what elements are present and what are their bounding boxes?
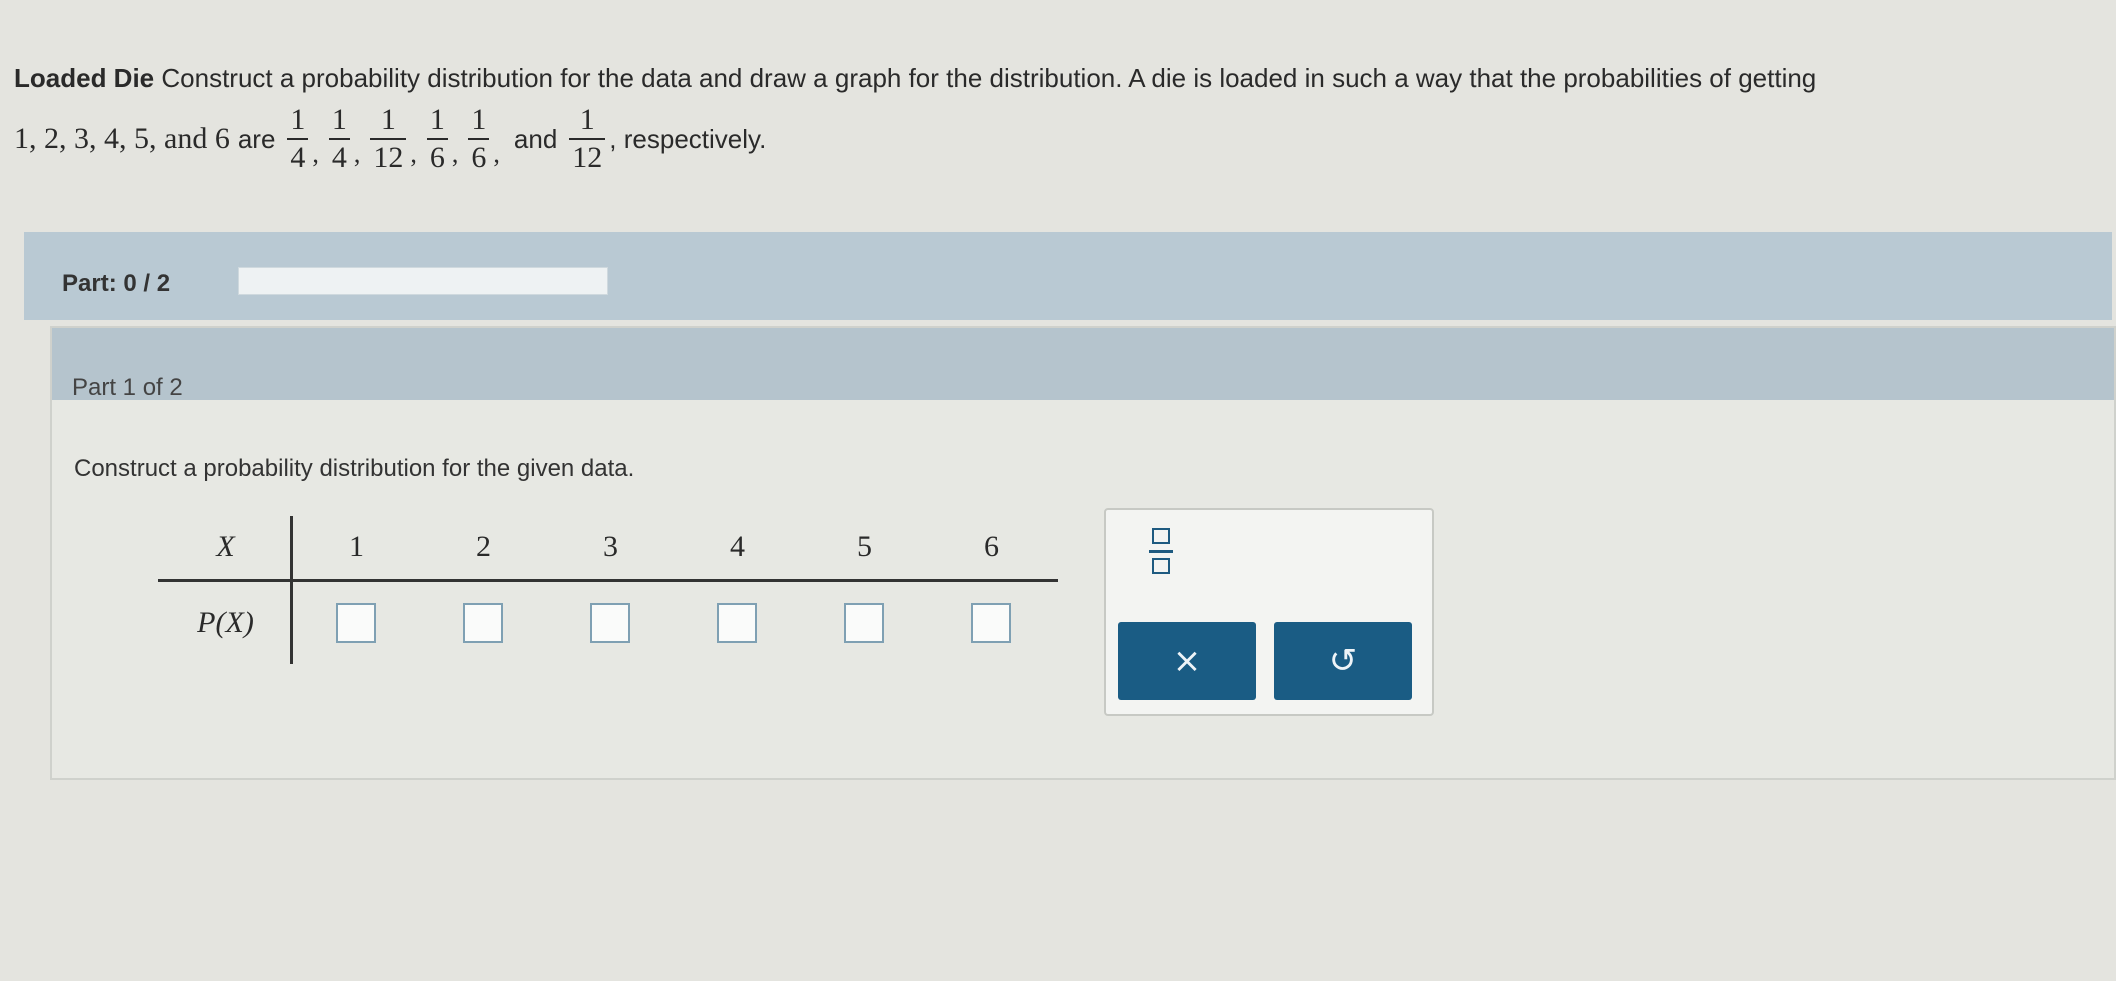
- x-value-5: 5: [857, 530, 872, 563]
- problem-probabilities-line: 1, 2, 3, 4, 5, and 6 are 14 , 14 , 1 12 ,…: [14, 103, 767, 174]
- fraction-1: 14: [287, 104, 309, 174]
- problem-line-1: Construct a probability distribution for…: [161, 63, 1817, 93]
- are-text: are: [237, 123, 276, 154]
- x-row: X 1 2 3 4 5 6: [158, 516, 1058, 578]
- clear-button[interactable]: ×: [1118, 622, 1256, 700]
- part-instruction: Construct a probability distribution for…: [74, 455, 635, 482]
- x-value-2: 2: [476, 530, 491, 563]
- problem-title: Loaded Die: [14, 63, 155, 93]
- math-tool-panel: × ↺: [1104, 508, 1434, 716]
- px-input-3[interactable]: [589, 603, 630, 643]
- fraction-5: 16: [468, 104, 490, 174]
- x-value-4: 4: [730, 530, 745, 563]
- px-row: P(X): [158, 582, 1058, 664]
- fraction-3: 1 12: [370, 104, 407, 174]
- outcomes-text: 1, 2, 3, 4, 5, and 6: [14, 122, 230, 155]
- x-value-3: 3: [603, 530, 618, 563]
- undo-button[interactable]: ↺: [1274, 622, 1412, 700]
- px-input-4[interactable]: [716, 603, 757, 643]
- respectively-text: , respectively.: [609, 123, 767, 154]
- px-input-2[interactable]: [462, 603, 503, 643]
- problem-statement: Loaded Die Construct a probability distr…: [14, 58, 2104, 98]
- progress-track: [238, 267, 608, 295]
- part-progress-label: Part: 0 / 2: [62, 270, 171, 297]
- fraction-6: 1 12: [569, 104, 606, 174]
- x-value-6: 6: [984, 530, 999, 563]
- fraction-template-icon[interactable]: [1148, 528, 1174, 574]
- fraction-2: 14: [328, 104, 350, 174]
- px-input-6[interactable]: [970, 603, 1011, 643]
- x-header: X: [216, 530, 235, 563]
- fraction-4: 16: [426, 104, 448, 174]
- and-text: and: [513, 123, 558, 154]
- px-input-5[interactable]: [843, 603, 884, 643]
- px-input-1[interactable]: [335, 603, 376, 643]
- part-header-label: Part 1 of 2: [72, 374, 183, 401]
- part-header: Part 1 of 2: [52, 328, 2114, 401]
- distribution-table: X 1 2 3 4 5 6 P(X): [158, 516, 1058, 666]
- x-value-1: 1: [349, 530, 364, 563]
- px-header: P(X): [197, 606, 254, 639]
